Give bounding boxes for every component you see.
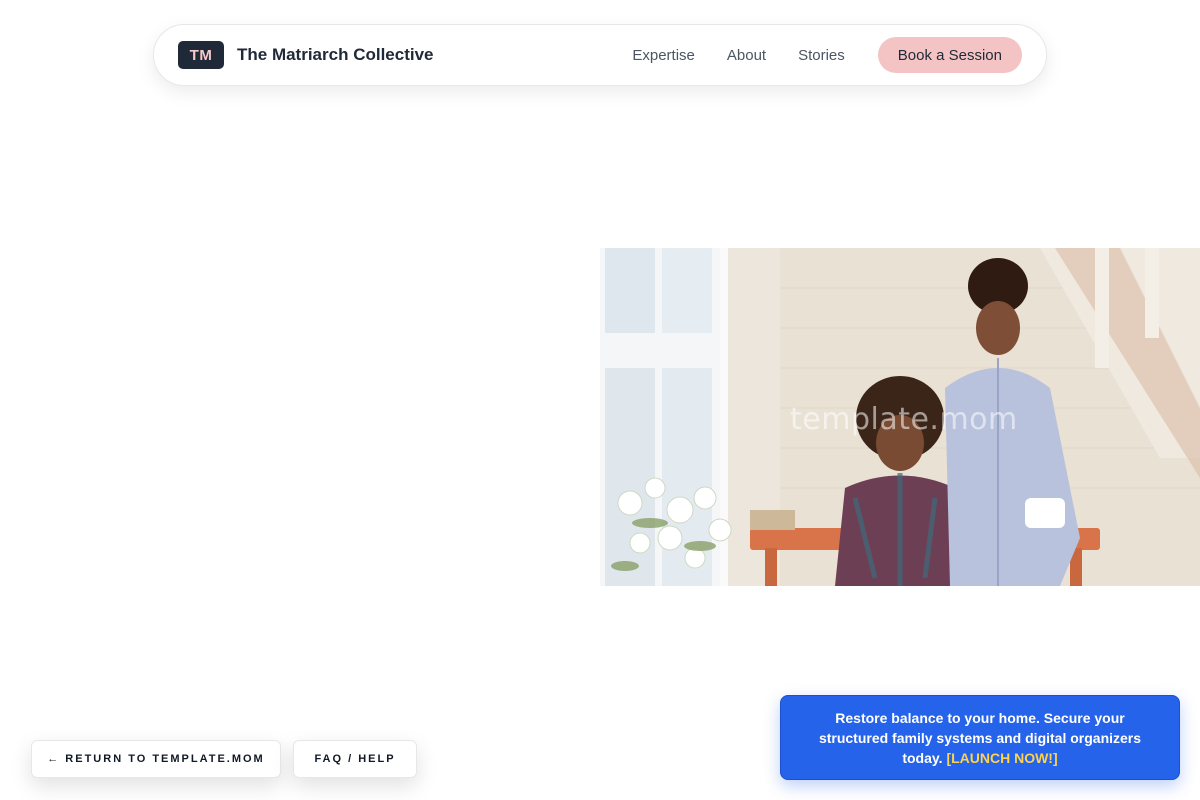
nav-link-about[interactable]: About: [727, 47, 766, 64]
faq-help-button[interactable]: FAQ / HELP: [293, 740, 417, 778]
nav-link-stories[interactable]: Stories: [798, 47, 845, 64]
brand-link[interactable]: TM The Matriarch Collective: [178, 41, 434, 69]
return-to-template-button[interactable]: ← RETURN TO TEMPLATE.MOM: [31, 740, 281, 778]
hero-photo-illustration: [600, 248, 1200, 586]
promo-body: Restore balance to your home. Secure you…: [811, 708, 1149, 768]
logo-mark: TM: [178, 41, 224, 69]
nav-links: Expertise About Stories Book a Session: [632, 37, 1022, 73]
hero-photo: template.mom: [600, 248, 1200, 586]
nav-link-expertise[interactable]: Expertise: [632, 47, 695, 64]
brand-name: The Matriarch Collective: [237, 45, 434, 64]
promo-launch-link[interactable]: [LAUNCH NOW!]: [946, 750, 1057, 766]
promo-banner[interactable]: Restore balance to your home. Secure you…: [780, 695, 1180, 780]
book-session-button[interactable]: Book a Session: [877, 37, 1022, 73]
top-navbar: TM The Matriarch Collective Expertise Ab…: [153, 24, 1047, 86]
